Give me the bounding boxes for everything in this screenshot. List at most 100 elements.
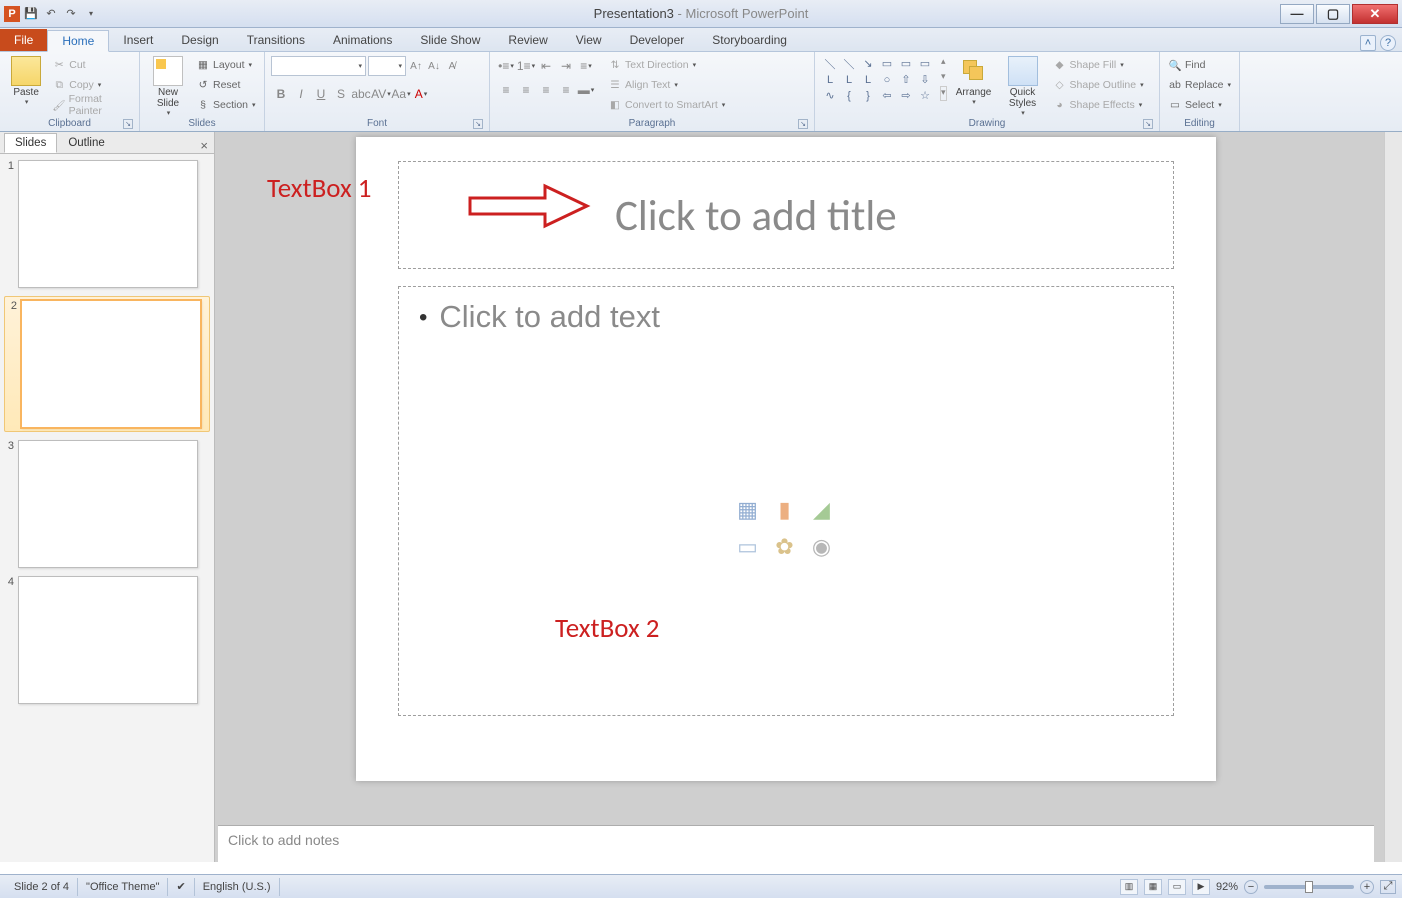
italic-button[interactable]: I: [291, 84, 311, 104]
grow-font-button[interactable]: A↑: [408, 56, 424, 76]
help-icon[interactable]: ?: [1380, 35, 1396, 51]
shape-line-icon[interactable]: L: [821, 72, 839, 87]
shape-curve-icon[interactable]: ∿: [821, 88, 839, 103]
paragraph-launcher-icon[interactable]: ↘: [798, 119, 808, 129]
tab-view[interactable]: View: [562, 29, 616, 51]
shapes-gallery[interactable]: ＼ ＼ ↘ ▭ ▭ ▭ L L L ○ ⇧ ⇩ ∿ { } ⇦ ⇨ ☆: [821, 56, 934, 103]
bullets-button[interactable]: •≡▾: [496, 56, 516, 76]
spellcheck-icon[interactable]: ✔: [168, 878, 194, 896]
reset-button[interactable]: ↺Reset: [194, 76, 258, 94]
shape-brace-icon[interactable]: {: [840, 88, 858, 103]
paste-button[interactable]: Paste▾: [6, 56, 46, 107]
convert-smartart-button[interactable]: ◧Convert to SmartArt▾: [606, 96, 727, 114]
insert-smartart-icon[interactable]: ◢: [806, 494, 838, 526]
font-launcher-icon[interactable]: ↘: [473, 119, 483, 129]
normal-view-button[interactable]: ▥: [1120, 879, 1138, 895]
qat-customize-icon[interactable]: ▾: [82, 5, 100, 23]
notes-pane[interactable]: Click to add notes: [218, 825, 1374, 870]
undo-icon[interactable]: ↶: [42, 5, 60, 23]
shape-rect-icon[interactable]: ▭: [916, 56, 934, 71]
strike-button[interactable]: S: [331, 84, 351, 104]
tab-insert[interactable]: Insert: [109, 29, 167, 51]
numbering-button[interactable]: 1≡▾: [516, 56, 536, 76]
tab-storyboarding[interactable]: Storyboarding: [698, 29, 801, 51]
quick-styles-button[interactable]: Quick Styles▾: [1001, 56, 1045, 118]
justify-button[interactable]: ≡: [556, 80, 576, 100]
font-color-button[interactable]: A▾: [411, 84, 431, 104]
zoom-out-button[interactable]: −: [1244, 880, 1258, 894]
shape-outline-button[interactable]: ◇Shape Outline▾: [1051, 76, 1146, 94]
shape-line-icon[interactable]: ＼: [840, 56, 858, 71]
close-button[interactable]: ✕: [1352, 4, 1398, 24]
tab-transitions[interactable]: Transitions: [233, 29, 319, 51]
shape-arrow-icon[interactable]: ⇧: [897, 72, 915, 87]
shape-line-icon[interactable]: L: [840, 72, 858, 87]
tab-slideshow[interactable]: Slide Show: [406, 29, 494, 51]
decrease-indent-button[interactable]: ⇤: [536, 56, 556, 76]
shadow-button[interactable]: abc: [351, 84, 371, 104]
insert-media-icon[interactable]: ◉: [806, 531, 838, 563]
redo-icon[interactable]: ↷: [62, 5, 80, 23]
insert-clipart-icon[interactable]: ✿: [769, 531, 801, 563]
cut-button[interactable]: ✂Cut: [50, 56, 133, 74]
shape-star-icon[interactable]: ☆: [916, 88, 934, 103]
insert-chart-icon[interactable]: ▮: [769, 494, 801, 526]
text-direction-button[interactable]: ⇅Text Direction▾: [606, 56, 727, 74]
slide-thumbnail-1[interactable]: 1: [4, 160, 210, 288]
clear-format-button[interactable]: A̸: [444, 56, 460, 76]
sorter-view-button[interactable]: ▦: [1144, 879, 1162, 895]
shape-line-icon[interactable]: L: [859, 72, 877, 87]
minimize-ribbon-icon[interactable]: ˄: [1360, 35, 1376, 51]
shape-arrow-icon[interactable]: ⇩: [916, 72, 934, 87]
shape-oval-icon[interactable]: ○: [878, 72, 896, 87]
zoom-in-button[interactable]: +: [1360, 880, 1374, 894]
slide-thumbnail-3[interactable]: 3: [4, 440, 210, 568]
replace-button[interactable]: abReplace▾: [1166, 76, 1233, 94]
tab-design[interactable]: Design: [167, 29, 232, 51]
shape-brace-icon[interactable]: }: [859, 88, 877, 103]
insert-picture-icon[interactable]: ▭: [732, 531, 764, 563]
tab-animations[interactable]: Animations: [319, 29, 406, 51]
shape-rect-icon[interactable]: ▭: [897, 56, 915, 71]
content-placeholder[interactable]: •Click to add text ▦ ▮ ◢ ▭ ✿ ◉: [398, 286, 1174, 716]
section-button[interactable]: §Section▾: [194, 96, 258, 114]
find-button[interactable]: 🔍Find: [1166, 56, 1233, 74]
reading-view-button[interactable]: ▭: [1168, 879, 1186, 895]
underline-button[interactable]: U: [311, 84, 331, 104]
select-button[interactable]: ▭Select▾: [1166, 96, 1233, 114]
clipboard-launcher-icon[interactable]: ↘: [123, 119, 133, 129]
align-center-button[interactable]: ≡: [516, 80, 536, 100]
fit-to-window-button[interactable]: ⤢: [1380, 880, 1396, 894]
tab-file[interactable]: File: [0, 29, 47, 51]
slide-stage[interactable]: Click to add title •Click to add text ▦ …: [215, 132, 1402, 862]
insert-table-icon[interactable]: ▦: [732, 494, 764, 526]
tab-home[interactable]: Home: [47, 30, 109, 52]
language[interactable]: English (U.S.): [195, 878, 280, 896]
shape-line-icon[interactable]: ＼: [821, 56, 839, 71]
change-case-button[interactable]: Aa▾: [391, 84, 411, 104]
font-size-select[interactable]: ▾: [368, 56, 406, 76]
layout-button[interactable]: ▦Layout▾: [194, 56, 258, 74]
align-left-button[interactable]: ≡: [496, 80, 516, 100]
shape-effects-button[interactable]: ◕Shape Effects▾: [1051, 96, 1146, 114]
drawing-launcher-icon[interactable]: ↘: [1143, 119, 1153, 129]
new-slide-button[interactable]: New Slide▾: [146, 56, 190, 118]
char-spacing-button[interactable]: AV▾: [371, 84, 391, 104]
slide-thumbnail-4[interactable]: 4: [4, 576, 210, 704]
minimize-button[interactable]: —: [1280, 4, 1314, 24]
zoom-slider[interactable]: [1264, 885, 1354, 889]
shape-arrow-icon[interactable]: ⇨: [897, 88, 915, 103]
shape-arrow-icon[interactable]: ⇦: [878, 88, 896, 103]
copy-button[interactable]: ⧉Copy▾: [50, 76, 133, 94]
font-family-select[interactable]: ▾: [271, 56, 366, 76]
align-text-button[interactable]: ☰Align Text▾: [606, 76, 727, 94]
increase-indent-button[interactable]: ⇥: [556, 56, 576, 76]
close-panel-icon[interactable]: ×: [194, 138, 214, 153]
bold-button[interactable]: B: [271, 84, 291, 104]
columns-button[interactable]: ▬▾: [576, 80, 596, 100]
line-spacing-button[interactable]: ≡▾: [576, 56, 596, 76]
tab-developer[interactable]: Developer: [616, 29, 699, 51]
save-icon[interactable]: 💾: [22, 5, 40, 23]
outline-tab[interactable]: Outline: [57, 133, 115, 153]
shape-line-icon[interactable]: ↘: [859, 56, 877, 71]
